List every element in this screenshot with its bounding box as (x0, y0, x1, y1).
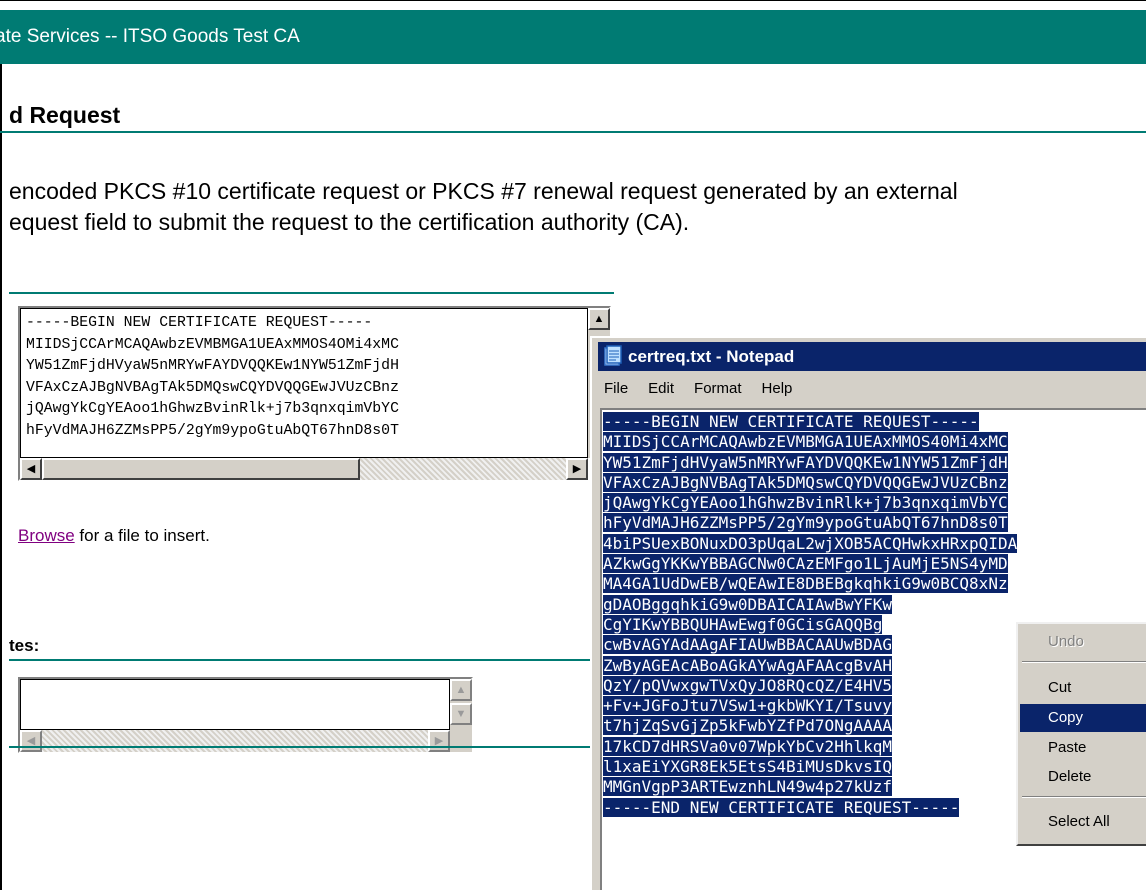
notepad-text-line: ZwByAGEAcABoAGkAYwAgAFAAcgBvAH (603, 655, 892, 675)
browse-line: Browse for a file to insert. (18, 526, 210, 546)
request-text-line: YW51ZmFjdHVyaW5nMRYwFAYDVQQKEw1NYW51ZmFj… (26, 358, 399, 374)
notepad-text-line: MIIDSjCCArMCAQAwbzEVMBMGA1UEAxMMOS40Mi4x… (603, 432, 1008, 452)
page-title: d Request (9, 102, 121, 128)
notepad-text-line: -----END NEW CERTIFICATE REQUEST----- (603, 797, 960, 817)
notepad-icon (604, 345, 622, 366)
menu-file[interactable]: File (604, 380, 628, 397)
notepad-text: -----BEGIN NEW CERTIFICATE REQUEST----- M… (603, 412, 1018, 818)
context-menu: Undo Cut Copy Paste Delete Select All (1016, 622, 1146, 846)
notepad-text-line: l1xaEiYXGR8Ek5EtsS4BiMUsDkvsIQ (603, 757, 892, 777)
menu-edit[interactable]: Edit (648, 380, 674, 397)
attributes-scroll-left-button[interactable]: ◀ (20, 730, 42, 752)
notepad-text-line: +Fv+JGFoJtu7VSw1+gkbWKYI/Tsuvy (603, 696, 892, 716)
menu-help[interactable]: Help (762, 380, 793, 397)
attributes-scroll-up-button[interactable]: ▲ (450, 679, 472, 701)
notepad-text-line: 17kCD7dHRSVa0v07WpkYbCv2HhlkqM (603, 736, 892, 756)
context-menu-paste[interactable]: Paste (1020, 734, 1146, 762)
context-menu-copy[interactable]: Copy (1020, 704, 1146, 732)
attributes-horizontal-track[interactable] (42, 730, 428, 752)
request-text-line: -----BEGIN NEW CERTIFICATE REQUEST----- (26, 315, 373, 331)
request-text-line: hFyVdMAJH6ZZMsPP5/2gYm9ypoGtuAbQT67hnD8s… (26, 422, 399, 439)
horizontal-scroll-thumb[interactable] (42, 458, 360, 480)
menu-format[interactable]: Format (694, 380, 742, 397)
request-textarea-frame: -----BEGIN NEW CERTIFICATE REQUEST----- M… (18, 306, 611, 481)
scroll-left-button[interactable]: ◀ (20, 458, 42, 480)
notepad-text-line: VFAxCzAJBgNVBAgTAk5DMQswCQYDVQQGEwJVUzCB… (603, 472, 1008, 492)
context-menu-undo[interactable]: Undo (1020, 628, 1146, 656)
context-menu-separator (1022, 661, 1146, 663)
notepad-text-line: t7hjZqSvGjZp5kFwbYZfPd7ONgAAAA (603, 716, 892, 736)
request-text-line: jQAwgYkCgYEAoo1hGhwzBvinRlk+j7b3qnxqimVb… (26, 401, 399, 417)
request-text-line: MIIDSjCCArMCAQAwbzEVMBMGA1UEAxMMOS4OMi4x… (26, 336, 399, 353)
attributes-label: tes: (9, 636, 40, 655)
notepad-text-line: MA4GA1UdDwEB/wQEAwIE8DBEBgkqhkiG9w0BCQ8x… (603, 574, 1008, 594)
notepad-text-line: CgYIKwYBBQUHAwEwgf0GCisGAQQBg (603, 614, 883, 634)
request-textarea[interactable]: -----BEGIN NEW CERTIFICATE REQUEST----- M… (20, 308, 588, 458)
attributes-scroll-right-button[interactable]: ▶ (428, 730, 450, 752)
description-line-2: equest field to submit the request to th… (9, 209, 690, 235)
notepad-text-line: jQAwgYkCgYEAoo1hGhwzBvinRlk+j7b3qnxqimVb… (603, 493, 1008, 513)
context-menu-cut[interactable]: Cut (1020, 674, 1146, 702)
description-line-1: encoded PKCS #10 certificate request or … (9, 178, 958, 204)
attributes-textarea[interactable] (20, 679, 450, 730)
page-description: encoded PKCS #10 certificate request or … (9, 176, 1146, 238)
scroll-right-button[interactable]: ▶ (566, 458, 588, 480)
request-text-line: VFAxCzAJBgNVBAgTAk5DMQswCQYDVQQGEwJVUzCB… (26, 379, 399, 396)
notepad-title: certreq.txt - Notepad (628, 347, 795, 366)
scroll-up-button[interactable]: ▲ (588, 308, 610, 330)
context-menu-select-all[interactable]: Select All (1020, 808, 1146, 836)
notepad-text-line: QzY/pQVwxgwTVxQyJO8RQcQZ/E4HV5 (603, 675, 892, 695)
notepad-text-line: gDAOBggqhkiG9w0DBAICAIAwBwYFKw (603, 594, 892, 614)
left-border (0, 64, 2, 890)
context-menu-delete[interactable]: Delete (1020, 763, 1146, 791)
notepad-text-line: hFyVdMAJH6ZZMsPP5/2gYm9ypoGtuAbQT67hnD8s… (603, 513, 1008, 533)
notepad-text-line: -----BEGIN NEW CERTIFICATE REQUEST----- (603, 412, 979, 431)
notepad-text-line: cwBvAGYAdAAgAFIAUwBBACAAUwBDAG (603, 635, 892, 655)
attributes-divider (9, 659, 614, 661)
attributes-scroll-down-button[interactable]: ▼ (450, 703, 472, 725)
attributes-horizontal-scrollbar[interactable]: ◀ ▶ (20, 730, 472, 752)
browse-link[interactable]: Browse (18, 526, 75, 545)
request-horizontal-scrollbar[interactable]: ◀ ▶ (20, 458, 588, 480)
attributes-vertical-scrollbar[interactable]: ▲ ▼ (450, 679, 472, 730)
bottom-divider (9, 746, 614, 748)
notepad-title-bar[interactable]: certreq.txt - Notepad (598, 342, 1146, 371)
notepad-text-line: AZkwGgYKKwYBBAGCNw0CAzEMFgo1LjAuMjE5NS4y… (603, 554, 1008, 574)
horizontal-scroll-track[interactable] (360, 458, 566, 480)
browse-suffix-text: for a file to insert. (74, 526, 210, 545)
page-banner: ate Services -- ITSO Goods Test CA (0, 10, 1146, 64)
notepad-menu-bar: File Edit Format Help (598, 376, 806, 402)
banner-title: ate Services -- ITSO Goods Test CA (0, 26, 300, 47)
heading-divider (0, 131, 1146, 133)
notepad-text-line: MMGnVgpP3ARTEwznhLN49w4p27kUzf (603, 777, 892, 797)
notepad-text-line: YW51ZmFjdHVyaW5nMRYwFAYDVQQKEw1NYW51ZmFj… (603, 452, 1008, 472)
request-section-divider (9, 292, 614, 294)
notepad-text-line: 4biPSUexBONuxDO3pUqaL2wjXOB5ACQHwkxHRxpQ… (603, 533, 1018, 553)
context-menu-separator (1022, 796, 1146, 798)
attributes-textarea-frame: ▲ ▼ ◀ ▶ (18, 677, 473, 753)
top-border (0, 0, 1146, 10)
